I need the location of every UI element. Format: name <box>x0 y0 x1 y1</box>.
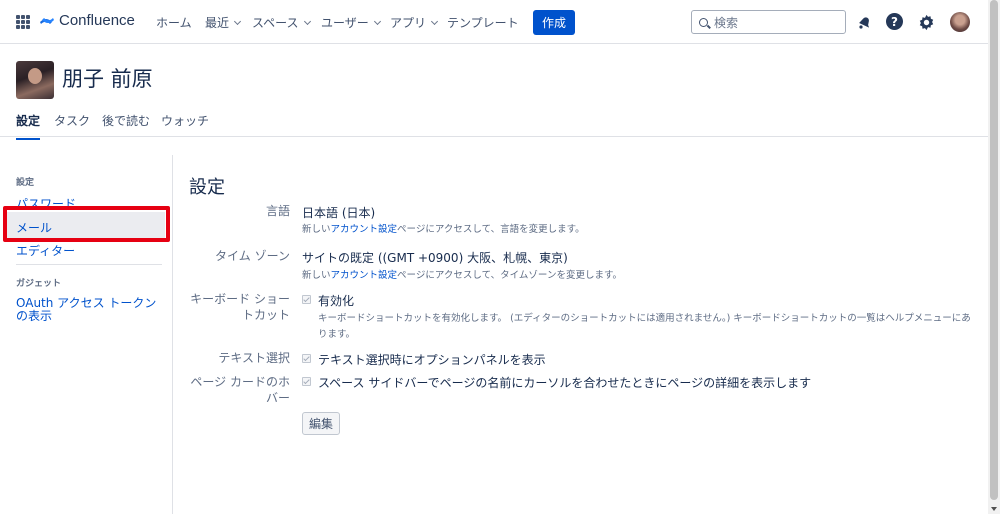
edit-button[interactable]: 編集 <box>302 412 340 435</box>
chevron-down-icon <box>233 17 242 25</box>
chevron-down-icon <box>373 17 381 25</box>
language-label: 言語 <box>265 204 290 218</box>
keyboard-shortcuts-description: キーボードショートカットを有効化します。 (エディターのショートカットには適用さ… <box>318 313 971 340</box>
profile-name: 朋子 前原 <box>62 67 153 91</box>
nav-home[interactable]: ホーム <box>156 14 192 31</box>
nav-home-label: ホーム <box>156 16 192 30</box>
timezone-label: タイム ゾーン <box>215 249 290 263</box>
page-card-hover-checkbox-label: スペース サイドバーでページの名前にカーソルを合わせたときにページの詳細を表示し… <box>318 376 812 390</box>
confluence-logo-icon <box>40 17 54 24</box>
nav-templates-label: テンプレート <box>447 16 519 30</box>
top-navigation: Confluence ホーム 最近 スペース ユーザー アプリ テンプレート 作… <box>0 0 988 44</box>
search-input[interactable]: 検索 <box>691 10 846 34</box>
sidebar-heading-settings: 設定 <box>16 178 35 188</box>
account-settings-link[interactable]: アカウント設定 <box>331 270 398 281</box>
chevron-down-icon <box>430 17 439 25</box>
tab-watches[interactable]: ウォッチ <box>161 112 209 129</box>
search-icon <box>699 17 708 27</box>
search-placeholder: 検索 <box>714 15 739 30</box>
sidebar-divider <box>16 264 162 265</box>
nav-spaces-label: スペース <box>252 16 299 30</box>
chevron-down-icon <box>303 17 311 25</box>
language-desc-suffix: ページにアクセスして、言語を変更します。 <box>397 224 585 235</box>
profile-avatar <box>16 61 54 99</box>
timezone-desc-prefix: 新しい <box>302 270 331 281</box>
tab-tasks[interactable]: タスク <box>54 112 90 129</box>
language-description: 新しいアカウント設定ページにアクセスして、言語を変更します。 <box>302 222 585 237</box>
notifications-bell-icon[interactable] <box>855 13 873 31</box>
account-settings-link[interactable]: アカウント設定 <box>331 224 398 235</box>
page-card-hover-checkbox[interactable] <box>302 377 311 386</box>
nav-apps[interactable]: アプリ <box>390 14 439 31</box>
app-switcher-icon[interactable] <box>16 15 30 29</box>
sidebar-heading-gadgets: ガジェット <box>16 279 62 289</box>
scrollbar-thumb[interactable] <box>990 0 998 500</box>
page-scrollbar[interactable] <box>988 0 1000 514</box>
page-title: 設定 <box>189 177 225 198</box>
keyboard-shortcuts-label: キーボード ショートカット <box>190 292 290 322</box>
page-card-hover-label: ページ カードのホバー <box>190 375 290 405</box>
confluence-logo[interactable]: Confluence <box>40 12 135 29</box>
settings-gear-icon[interactable] <box>917 13 935 31</box>
logo-text: Confluence <box>59 12 135 29</box>
timezone-desc-suffix: ページにアクセスして、タイムゾーンを変更します。 <box>397 270 622 281</box>
nav-recent-label: 最近 <box>205 16 230 30</box>
text-selection-checkbox-label: テキスト選択時にオプションパネルを表示 <box>318 353 546 367</box>
nav-templates[interactable]: テンプレート <box>447 14 519 31</box>
scroll-down-arrow-icon[interactable] <box>991 507 997 511</box>
help-icon[interactable]: ? <box>886 13 903 30</box>
user-avatar[interactable] <box>950 12 970 32</box>
timezone-description: 新しいアカウント設定ページにアクセスして、タイムゾーンを変更します。 <box>302 268 622 283</box>
tab-saved-for-later[interactable]: 後で読む <box>102 112 150 129</box>
sidebar-item-oauth-tokens[interactable]: OAuth アクセス トークンの表示 <box>16 297 161 323</box>
profile-tabs: 設定 タスク 後で読む ウォッチ <box>0 104 988 140</box>
timezone-value: サイトの既定 ((GMT +0900) 大阪、札幌、東京) <box>302 251 568 265</box>
nav-people[interactable]: ユーザー <box>321 14 381 31</box>
nav-people-label: ユーザー <box>321 16 369 30</box>
sidebar-item-editor[interactable]: エディター <box>16 242 75 259</box>
keyboard-shortcuts-checkbox-label: 有効化 <box>318 294 355 308</box>
tab-settings[interactable]: 設定 <box>16 112 41 140</box>
create-button[interactable]: 作成 <box>533 10 575 35</box>
text-selection-checkbox[interactable] <box>302 354 311 363</box>
nav-spaces[interactable]: スペース <box>252 14 311 31</box>
highlight-box <box>3 206 170 242</box>
nav-apps-label: アプリ <box>390 16 427 30</box>
language-desc-prefix: 新しい <box>302 224 331 235</box>
keyboard-shortcuts-checkbox[interactable] <box>302 295 311 304</box>
nav-recent[interactable]: 最近 <box>205 14 242 31</box>
language-value: 日本語 (日本) <box>302 206 376 220</box>
text-selection-label: テキスト選択 <box>218 351 290 365</box>
